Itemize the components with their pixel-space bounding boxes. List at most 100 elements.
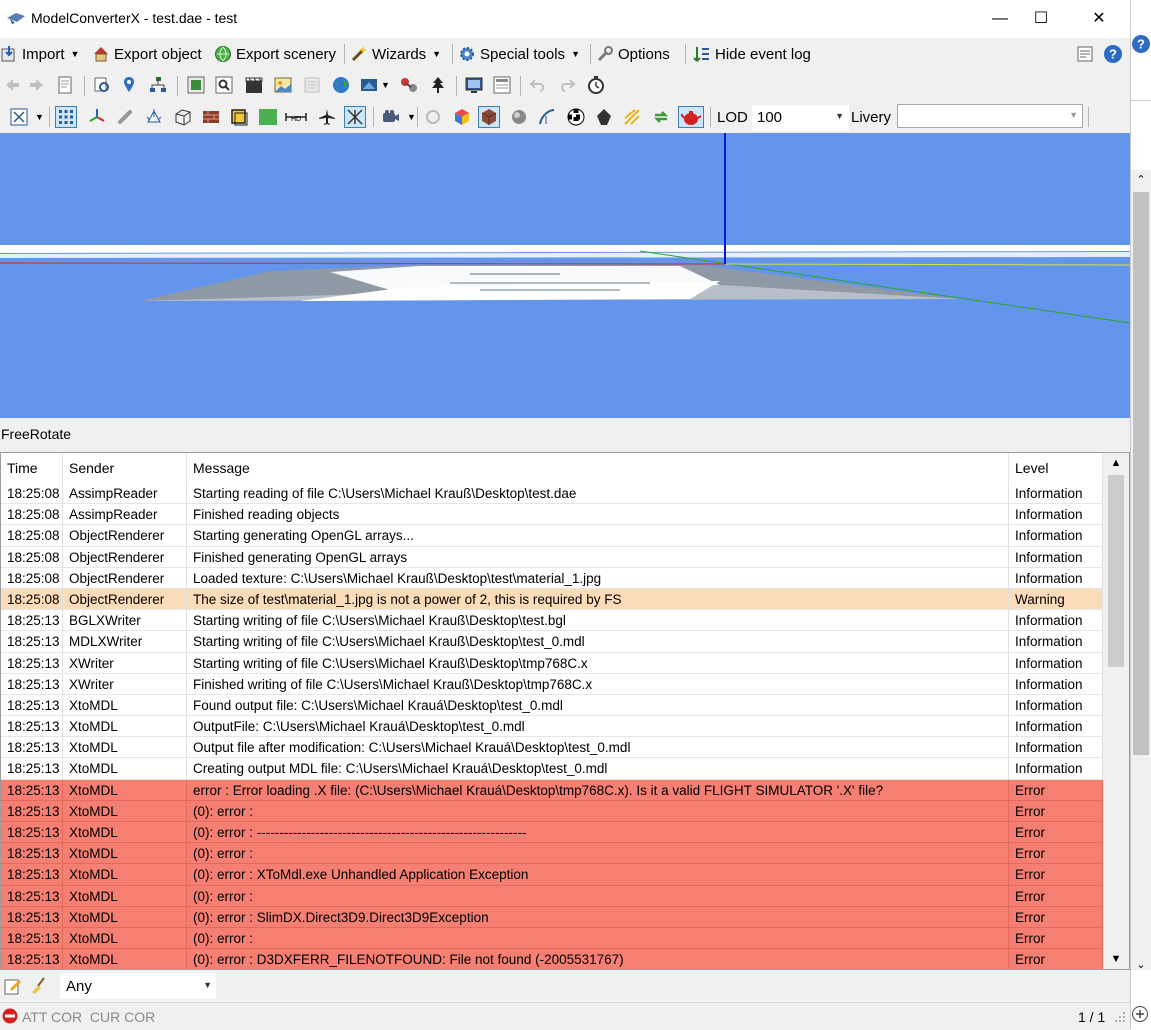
- level-filter-dropdown[interactable]: Any ▼: [60, 973, 216, 999]
- table-row[interactable]: 18:25:08 ObjectRenderer Finished generatin…: [1, 546, 1103, 568]
- grid-icon[interactable]: [55, 106, 77, 128]
- column-header-level[interactable]: Level: [1009, 453, 1103, 483]
- scroll-down-icon[interactable]: ⌄: [1131, 957, 1151, 977]
- table-row[interactable]: 18:25:13 XtoMDL (0): error : -------------…: [1, 822, 1103, 844]
- resize-grip-icon[interactable]: [1113, 1010, 1127, 1024]
- script-icon[interactable]: [301, 74, 323, 96]
- column-header-sender[interactable]: Sender: [63, 453, 187, 483]
- tree-icon[interactable]: [427, 74, 449, 96]
- animation-icon[interactable]: [243, 74, 265, 96]
- export-scenery-button[interactable]: Export scenery: [214, 38, 336, 70]
- inspect-icon[interactable]: [91, 74, 113, 96]
- table-row[interactable]: 18:25:13 XWriter Starting writing of file …: [1, 652, 1103, 674]
- chevron-down-icon[interactable]: ▼: [35, 112, 44, 122]
- monitor-icon[interactable]: [463, 74, 485, 96]
- chevron-down-icon[interactable]: ▼: [381, 80, 390, 90]
- help-icon[interactable]: ?: [1131, 34, 1151, 54]
- stopwatch-icon[interactable]: [585, 74, 607, 96]
- table-row[interactable]: 18:25:13 XtoMDL (0): error : Error: [1, 927, 1103, 950]
- table-row[interactable]: 18:25:13 XtoMDL (0): error : Error: [1, 885, 1103, 907]
- skeleton-icon[interactable]: [344, 106, 366, 128]
- dark-shape-icon[interactable]: [593, 106, 615, 128]
- object-placement-icon[interactable]: [358, 74, 380, 96]
- event-log-table[interactable]: Time Sender Message Level 18:25:08 Assimp…: [0, 452, 1130, 970]
- textured-box-icon[interactable]: [478, 106, 500, 128]
- molecule-icon[interactable]: [398, 74, 420, 96]
- wizards-button[interactable]: Wizards ▼: [350, 38, 441, 70]
- shading-icon[interactable]: [228, 106, 250, 128]
- material-icon[interactable]: [185, 74, 207, 96]
- table-row[interactable]: 18:25:08 ObjectRenderer The size of test\m…: [1, 588, 1103, 611]
- table-row[interactable]: 18:25:08 AssimpReader Starting reading of …: [1, 483, 1103, 505]
- table-row[interactable]: 18:25:13 XtoMDL (0): error : XToMdl.exe Un…: [1, 864, 1103, 886]
- table-row[interactable]: 18:25:13 XtoMDL Output file after modifica…: [1, 737, 1103, 759]
- table-row[interactable]: 18:25:13 XtoMDL Creating output MDL file: …: [1, 758, 1103, 780]
- table-row[interactable]: 18:25:13 XtoMDL (0): error : Error: [1, 843, 1103, 865]
- 3d-viewport[interactable]: [0, 133, 1130, 418]
- log-scrollbar[interactable]: ▲ ▼: [1103, 453, 1129, 969]
- close-button[interactable]: ✕: [1070, 0, 1128, 38]
- scroll-up-icon[interactable]: ▲: [1103, 453, 1129, 473]
- wireframe-cube-icon[interactable]: [172, 106, 194, 128]
- table-row[interactable]: 18:25:13 BGLXWriter Starting writing of fi…: [1, 610, 1103, 632]
- import-button[interactable]: Import ▼: [0, 38, 79, 70]
- maximize-button[interactable]: ☐: [1012, 0, 1070, 38]
- help-icon[interactable]: ?: [1102, 43, 1124, 65]
- background-scrollbar[interactable]: ⌃ ⌄: [1131, 170, 1151, 971]
- title-bar[interactable]: ModelConverterX - test.dae - test — ☐ ✕: [0, 0, 1130, 38]
- color-cube-icon[interactable]: [451, 106, 473, 128]
- globe-icon[interactable]: [330, 74, 352, 96]
- checker-icon[interactable]: [565, 106, 587, 128]
- texture-search-icon[interactable]: [213, 74, 235, 96]
- light-rays-icon[interactable]: [621, 106, 643, 128]
- table-row[interactable]: 18:25:08 ObjectRenderer Starting generatin…: [1, 525, 1103, 547]
- table-row[interactable]: 18:25:13 XtoMDL error : Error loading .X f…: [1, 779, 1103, 801]
- distance-icon[interactable]: HD: [285, 106, 307, 128]
- table-row[interactable]: 18:25:13 XtoMDL (0): error : D3DXFERR_FILE…: [1, 949, 1103, 969]
- chevron-down-icon[interactable]: ▼: [407, 112, 416, 122]
- layout-icon[interactable]: [1074, 43, 1096, 65]
- stop-icon[interactable]: [2, 1008, 18, 1024]
- redo-icon[interactable]: [556, 74, 578, 96]
- scroll-up-icon[interactable]: ⌃: [1131, 170, 1151, 190]
- teapot-icon[interactable]: [678, 106, 704, 128]
- table-row[interactable]: 18:25:08 ObjectRenderer Loaded texture: C:…: [1, 567, 1103, 589]
- lod-dropdown[interactable]: 100 ▼: [752, 105, 849, 131]
- location-pin-icon[interactable]: [118, 74, 140, 96]
- table-row[interactable]: 18:25:13 XtoMDL Found output file: C:\User…: [1, 694, 1103, 717]
- column-header-message[interactable]: Message: [187, 453, 1009, 483]
- axes-icon[interactable]: [86, 106, 108, 128]
- undo-icon[interactable]: [527, 74, 549, 96]
- column-header-time[interactable]: Time: [1, 453, 63, 483]
- refresh-icon[interactable]: [650, 106, 672, 128]
- forward-icon[interactable]: [26, 74, 48, 96]
- table-row[interactable]: 18:25:13 XtoMDL (0): error : SlimDX.Direct…: [1, 906, 1103, 928]
- broom-icon[interactable]: [28, 975, 50, 997]
- table-row[interactable]: 18:25:13 XWriter Finished writing of file …: [1, 673, 1103, 695]
- reflection-icon[interactable]: [536, 106, 558, 128]
- scroll-thumb[interactable]: [1108, 475, 1124, 667]
- airplane-icon[interactable]: [316, 106, 338, 128]
- special-tools-button[interactable]: Special tools ▼: [458, 38, 580, 70]
- table-row[interactable]: 18:25:13 XtoMDL (0): error : Error: [1, 800, 1103, 822]
- camera-icon[interactable]: [380, 106, 402, 128]
- table-row[interactable]: 18:25:08 AssimpReader Finished reading obj…: [1, 504, 1103, 526]
- image-icon[interactable]: [272, 74, 294, 96]
- hide-event-log-button[interactable]: Hide event log: [693, 38, 811, 70]
- scroll-thumb[interactable]: [1133, 192, 1149, 755]
- zoom-extents-icon[interactable]: [8, 106, 30, 128]
- table-row[interactable]: 18:25:13 XtoMDL OutputFile: C:\Users\Micha…: [1, 716, 1103, 738]
- normals-icon[interactable]: [143, 106, 165, 128]
- zoom-in-icon[interactable]: [1131, 1005, 1149, 1023]
- bone-icon[interactable]: [114, 106, 136, 128]
- lighting-icon[interactable]: [422, 106, 444, 128]
- sphere-icon[interactable]: [508, 106, 530, 128]
- scroll-down-icon[interactable]: ▼: [1103, 949, 1129, 969]
- livery-dropdown[interactable]: ▼: [897, 104, 1083, 128]
- texture-brick-icon[interactable]: [200, 106, 222, 128]
- export-object-button[interactable]: Export object: [92, 38, 202, 70]
- edit-note-icon[interactable]: [2, 975, 24, 997]
- document-icon[interactable]: [54, 74, 76, 96]
- options-button[interactable]: Options: [596, 38, 670, 70]
- table-row[interactable]: 18:25:13 MDLXWriter Starting writing of fi…: [1, 631, 1103, 653]
